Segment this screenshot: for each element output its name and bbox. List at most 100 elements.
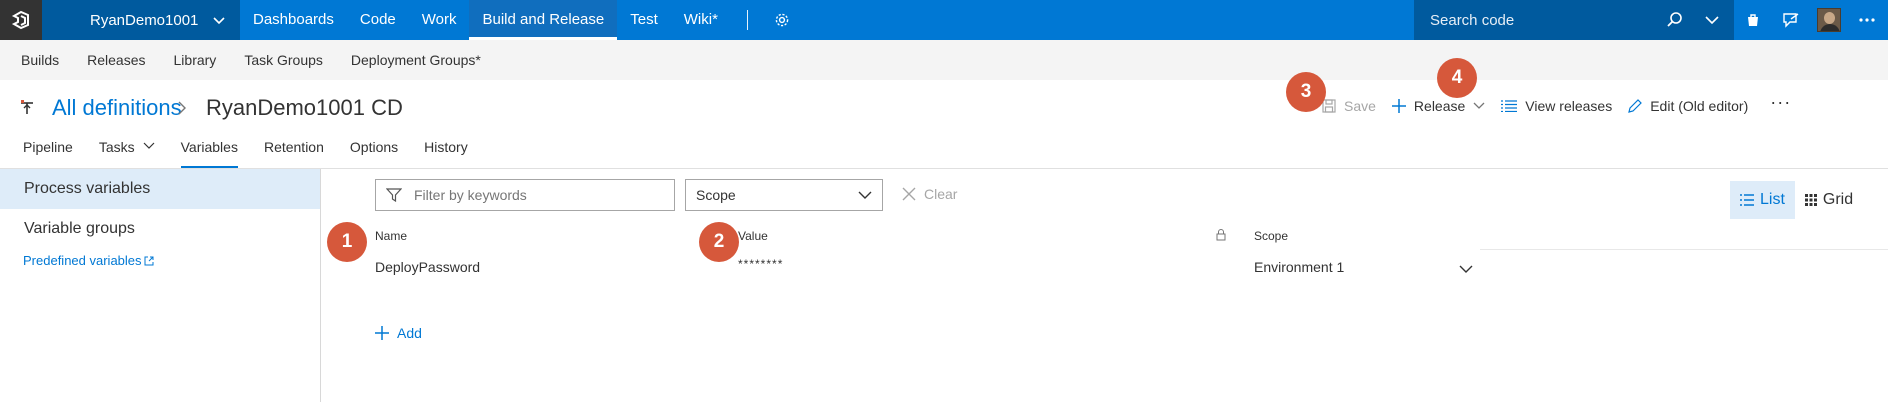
release-definition-editor: RyanDemo1001 Dashboards Code Work Build … [0,0,1888,402]
variable-scope-cell[interactable]: Environment 1 [1254,259,1344,275]
callout-badge-3: 3 [1286,72,1326,112]
chevron-down-icon [858,191,872,199]
hub-work[interactable]: Work [409,0,470,40]
scope-dropdown[interactable]: Scope [685,179,883,211]
subnav-library[interactable]: Library [160,40,231,80]
list-icon [1501,100,1518,112]
scope-dropdown-label: Scope [696,187,736,203]
project-name: RyanDemo1001 [90,11,199,29]
hub-build-and-release[interactable]: Build and Release [469,0,618,40]
callout-badge-2: 2 [699,222,739,262]
view-releases-label: View releases [1525,98,1613,114]
variable-value-cell[interactable]: ******** [738,257,783,271]
tab-retention-label: Retention [263,139,324,155]
grid-view-label: Grid [1822,191,1854,208]
build-release-subnav: Builds Releases Library Task Groups Depl… [0,40,1888,80]
chevron-down-icon[interactable] [1459,264,1473,274]
plus-icon [1391,99,1406,113]
column-header-value: Value [738,229,768,243]
feedback-icon[interactable] [1772,0,1810,40]
project-selector[interactable]: RyanDemo1001 [42,0,240,40]
grid-view-button[interactable]: Grid [1795,181,1863,219]
view-releases-button[interactable]: View releases [1501,98,1612,114]
add-label: Add [397,325,422,341]
list-view-label: List [1760,191,1785,208]
hub-test[interactable]: Test [617,0,671,40]
subnav-builds[interactable]: Builds [7,40,73,80]
more-options-icon[interactable] [1848,0,1886,40]
more-actions-button[interactable]: ··· [1770,92,1791,113]
external-link-icon [144,256,154,265]
tab-variables-label: Variables [180,139,238,155]
avatar-image [1817,8,1841,32]
definition-title: RyanDemo1001 CD [206,95,403,120]
nav-divider [746,10,748,30]
subnav-releases[interactable]: Releases [73,40,159,80]
chevron-down-icon [1473,102,1485,109]
callout-badge-1: 1 [327,222,367,262]
save-button[interactable]: Save [1322,98,1376,114]
column-header-scope: Scope [1254,229,1289,243]
edit-old-editor-label: Edit (Old editor) [1650,98,1749,114]
chevron-down-icon [143,142,155,149]
view-toggle: List Grid [1730,181,1863,219]
tab-retention[interactable]: Retention [251,136,337,168]
callout-badge-4: 4 [1437,58,1477,98]
add-variable-button[interactable]: Add [375,325,422,341]
filter-placeholder: Filter by keywords [414,187,527,203]
chevron-down-icon [213,17,225,25]
definition-tabs: Pipeline Tasks Variables Retention Optio… [0,136,481,168]
list-view-button[interactable]: List [1730,181,1795,219]
release-label: Release [1413,98,1466,114]
breadcrumb-chevron-icon [178,101,186,115]
save-label: Save [1344,98,1376,114]
user-avatar[interactable] [1810,0,1848,40]
close-icon [902,187,916,201]
save-icon [1322,99,1336,113]
chevron-down-icon[interactable] [1704,11,1720,29]
column-header-name: Name [375,229,408,243]
variable-groups-item[interactable]: Variable groups [0,209,320,249]
search-icon[interactable] [1666,11,1684,29]
filter-icon [386,188,402,202]
list-icon [1740,194,1754,206]
clear-label: Clear [924,186,958,202]
variable-name-cell[interactable]: DeployPassword [375,259,480,275]
release-pipeline-icon [21,100,33,114]
marketplace-bag-icon[interactable] [1734,0,1772,40]
grid-icon [1804,194,1817,206]
tab-variables[interactable]: Variables [168,136,251,168]
hub-dashboards[interactable]: Dashboards [240,0,347,40]
variables-left-pane: Process variables Variable groups Predef… [0,169,321,402]
lock-icon [1216,229,1226,241]
clear-filter-button[interactable]: Clear [902,186,957,202]
tab-pipeline[interactable]: Pipeline [10,136,86,168]
tab-tasks[interactable]: Tasks [86,136,168,168]
release-button[interactable]: Release [1391,98,1485,114]
process-variables-item[interactable]: Process variables [0,169,320,209]
tab-pipeline-label: Pipeline [23,139,73,155]
predefined-variables-label: Predefined variables [23,253,142,268]
tab-history[interactable]: History [411,136,481,168]
tab-history-label: History [424,139,468,155]
search-box[interactable]: Search code [1414,0,1734,40]
table-header-rule [1480,249,1888,250]
hub-code[interactable]: Code [347,0,409,40]
predefined-variables-link[interactable]: Predefined variables [0,253,320,268]
tab-options[interactable]: Options [337,136,411,168]
hub-wiki[interactable]: Wiki* [671,0,731,40]
tab-options-label: Options [349,139,399,155]
top-navigation-bar: RyanDemo1001 Dashboards Code Work Build … [0,0,1888,40]
edit-old-editor-button[interactable]: Edit (Old editor) [1628,98,1748,114]
vsts-logo-icon[interactable] [0,0,42,40]
settings-gear-icon[interactable] [762,0,802,40]
definition-toolbar: Save Release View releases Edit (Old edi… [1322,92,1791,118]
plus-icon [375,326,389,340]
pencil-icon [1628,99,1643,113]
search-placeholder: Search code [1430,11,1515,29]
tab-tasks-label: Tasks [98,139,135,155]
subnav-task-groups[interactable]: Task Groups [230,40,337,80]
filter-keywords-input[interactable]: Filter by keywords [375,179,675,211]
breadcrumb-all-definitions[interactable]: All definitions [52,95,182,121]
subnav-deployment-groups[interactable]: Deployment Groups* [337,40,495,80]
